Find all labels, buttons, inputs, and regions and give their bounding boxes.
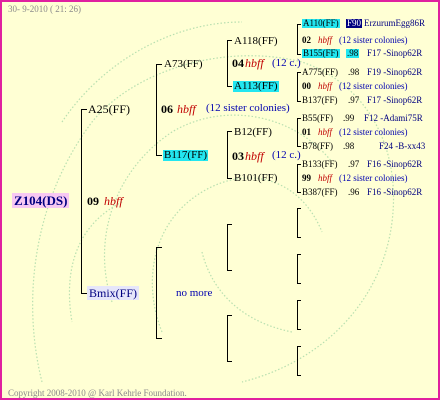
- b101-year: 99: [302, 173, 311, 183]
- b101-note: hbff: [318, 173, 333, 183]
- b55-origin: F12 -Adami75R: [364, 113, 423, 123]
- a73-note: hbff: [245, 56, 264, 70]
- a110-year: F90: [346, 18, 363, 28]
- b137-year: .97: [348, 95, 360, 105]
- a113-year: 00: [302, 81, 311, 91]
- b133-year: .97: [348, 159, 360, 169]
- bracket-gen1: [81, 109, 82, 294]
- dam-no-more: no more: [176, 287, 213, 299]
- b12-colony-id: B12(FF): [234, 126, 272, 138]
- b137-colony-id: B137(FF): [302, 95, 338, 105]
- b55-year: .99: [343, 113, 355, 123]
- sire-colony-id: A25(FF): [88, 102, 131, 116]
- a113-colonies: (12 sister colonies): [339, 81, 408, 91]
- b155-colony-id: B155(FF): [302, 48, 340, 58]
- root-note: hbff: [104, 194, 123, 208]
- a118-note: hbff: [318, 35, 333, 45]
- root-year: 09: [87, 194, 99, 208]
- dam-colony-id: Bmix(FF): [87, 286, 140, 300]
- a775-colony-id: A775(FF): [302, 67, 339, 77]
- root-colony-id: Z104(DS): [12, 193, 70, 208]
- a110-origin: ErzurumEgg86R: [364, 18, 425, 28]
- a73-colony-id: A73(FF): [164, 58, 203, 70]
- a113-note: hbff: [318, 81, 333, 91]
- b101-colony-id: B101(FF): [234, 172, 278, 184]
- b117-note: hbff: [245, 149, 264, 163]
- b137-origin: F17 -Sinop62R: [367, 95, 423, 105]
- a118-colonies: (12 sister colonies): [339, 35, 408, 45]
- a118-year: 02: [302, 35, 311, 45]
- b117-colony-id: B117(FF): [163, 149, 208, 161]
- sire-year: 06: [161, 102, 173, 116]
- b387-colony-id: B387(FF): [302, 187, 338, 197]
- a73-colonies: (12 c.): [272, 57, 301, 69]
- b78-year: .98: [343, 141, 355, 151]
- b12-note: hbff: [318, 127, 333, 137]
- a73-year: 04: [232, 56, 244, 70]
- b101-colonies: (12 sister colonies): [339, 173, 408, 183]
- a118-colony-id: A118(FF): [234, 35, 278, 47]
- b55-colony-id: B55(FF): [302, 113, 334, 123]
- b155-year: .98: [346, 48, 360, 58]
- a110-colony-id: A110(FF): [302, 18, 340, 28]
- b387-year: .96: [348, 187, 360, 197]
- b78-colony-id: B78(FF): [302, 141, 334, 151]
- b133-origin: F16 -Sinop62R: [367, 159, 423, 169]
- b12-year: 01: [302, 127, 311, 137]
- b387-origin: F16 -Sinop62R: [367, 187, 423, 197]
- b117-colonies: (12 c.): [272, 149, 301, 161]
- sire-note: hbff: [177, 102, 196, 116]
- bracket-dam-gen2: [156, 247, 157, 339]
- timestamp: 30- 9-2010 ( 21: 26): [8, 4, 81, 14]
- b117-year: 03: [232, 149, 244, 163]
- a775-year: .98: [348, 67, 360, 77]
- pedigree-chart: 30- 9-2010 ( 21: 26) Z104(DS) 09 hbff A2…: [0, 0, 440, 400]
- b155-origin: F17 -Sinop62R: [367, 48, 423, 58]
- copyright: Copyright 2008-2010 @ Karl Kehrle Founda…: [8, 388, 187, 398]
- b12-colonies: (12 sister colonies): [339, 127, 408, 137]
- a113-colony-id: A113(FF): [233, 80, 279, 92]
- sire-colonies: (12 sister colonies): [206, 102, 290, 114]
- b133-colony-id: B133(FF): [302, 159, 338, 169]
- a775-origin: F19 -Sinop62R: [367, 67, 423, 77]
- b78-origin: F24 -B-xx43: [379, 141, 426, 151]
